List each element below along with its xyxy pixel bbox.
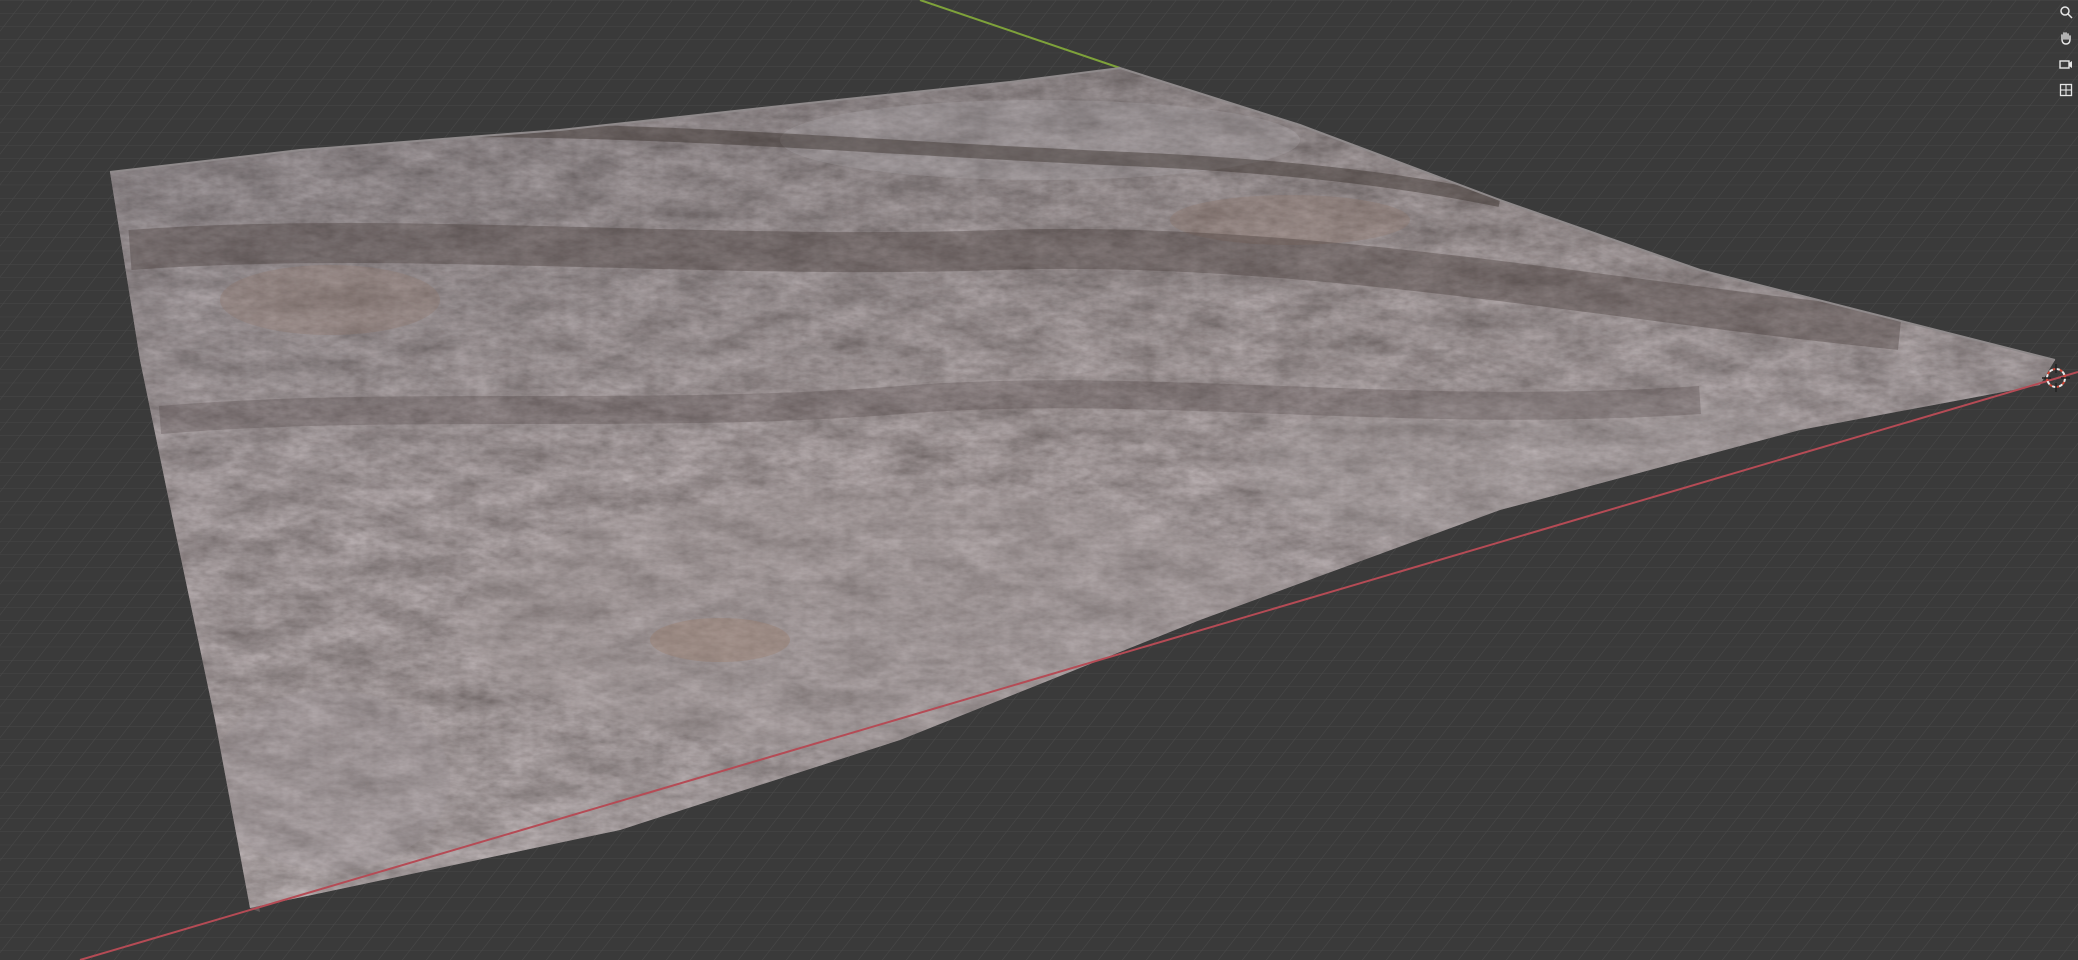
camera-icon[interactable] [2056, 54, 2076, 74]
3d-viewport[interactable] [0, 0, 2078, 960]
zoom-icon[interactable] [2056, 2, 2076, 22]
orthographic-grid-icon[interactable] [2056, 80, 2076, 100]
navigation-tools [2052, 0, 2078, 110]
hand-pan-icon[interactable] [2056, 28, 2076, 48]
viewport-scene [0, 0, 2078, 960]
